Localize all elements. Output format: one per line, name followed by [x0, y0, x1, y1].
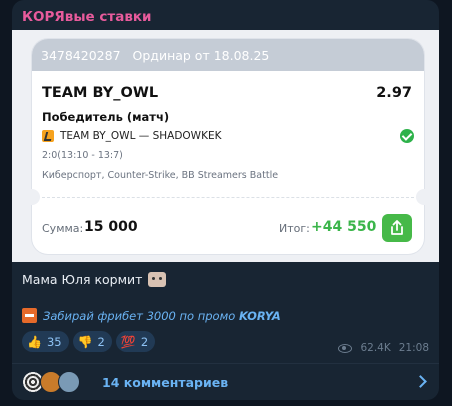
commenter-avatars: [22, 371, 86, 393]
comments-count: 14 комментариев: [102, 374, 229, 390]
match-row: TEAM BY_OWL — SHADOWKEK: [42, 128, 414, 144]
message-meta: 62.4K 21:08: [338, 342, 429, 354]
sum-label: Сумма:: [42, 222, 84, 235]
match-category: Киберспорт, Counter-Strike, BB Streamers…: [42, 170, 279, 181]
total-label: Итог:: [279, 222, 310, 235]
ticket-header: 3478420287 Ординар от 18.08.25: [32, 39, 424, 71]
eye-icon: [338, 343, 353, 353]
odds-value: 2.97: [376, 85, 412, 101]
share-button[interactable]: [382, 214, 412, 242]
reaction-thumbs-up[interactable]: 👍 35: [22, 331, 69, 352]
chevron-right-icon: [414, 375, 427, 388]
reaction-thumbs-down[interactable]: 👎 2: [72, 331, 112, 352]
reactions-bar: 👍 35 👎 2 💯 2: [22, 331, 156, 352]
view-count: 62.4K: [360, 342, 391, 354]
ticket-notch-left: [24, 189, 40, 205]
promo-line[interactable]: Забирай фрибет 3000 по промо KORYA: [22, 308, 281, 323]
bookmaker-logo-icon: [22, 308, 37, 323]
reaction-count: 2: [97, 334, 105, 349]
message-bubble: КОРЯвые ставки 3478420287 Ординар от 18.…: [12, 0, 439, 400]
match-name: TEAM BY_OWL — SHADOWKEK: [60, 130, 222, 142]
ticket-id: 3478420287: [41, 47, 121, 63]
promo-text[interactable]: Забирай фрибет 3000 по промо: [43, 309, 235, 323]
channel-name[interactable]: КОРЯвые ставки: [22, 9, 152, 25]
reaction-count: 35: [46, 334, 62, 349]
bet-ticket: 3478420287 Ординар от 18.08.25 TEAM BY_O…: [24, 39, 432, 254]
thumbs-down-icon: 👎: [77, 334, 93, 349]
hundred-points-icon: 💯: [120, 334, 136, 349]
comments-button[interactable]: 14 комментариев: [12, 364, 439, 400]
thumbs-up-icon: 👍: [27, 334, 42, 349]
message-caption: Мама Юля кормит: [22, 272, 167, 287]
sum-value: 15 000: [84, 219, 138, 235]
check-circle-icon: [400, 129, 414, 143]
team-name: TEAM BY_OWL: [42, 85, 159, 101]
ticket-type: Ординар от 18.08.25: [132, 47, 270, 63]
bet-image[interactable]: 3478420287 Ординар от 18.08.25 TEAM BY_O…: [12, 30, 439, 262]
avatar: [58, 371, 80, 393]
caption-text: Мама Юля кормит: [22, 272, 143, 287]
ticket-divider: [42, 197, 414, 198]
reaction-hundred[interactable]: 💯 2: [115, 331, 156, 352]
match-score: 2:0(13:10 - 13:7): [42, 150, 123, 161]
message-time: 21:08: [398, 342, 429, 354]
cat-emoji-icon: [148, 272, 167, 287]
promo-code[interactable]: KORYA: [239, 309, 281, 323]
market-label: Победитель (матч): [42, 110, 170, 124]
ticket-notch-right: [416, 189, 432, 205]
share-icon: [391, 220, 403, 235]
reaction-count: 2: [140, 334, 149, 349]
total-value: +44 550: [311, 219, 377, 235]
counter-strike-icon: [42, 130, 54, 142]
